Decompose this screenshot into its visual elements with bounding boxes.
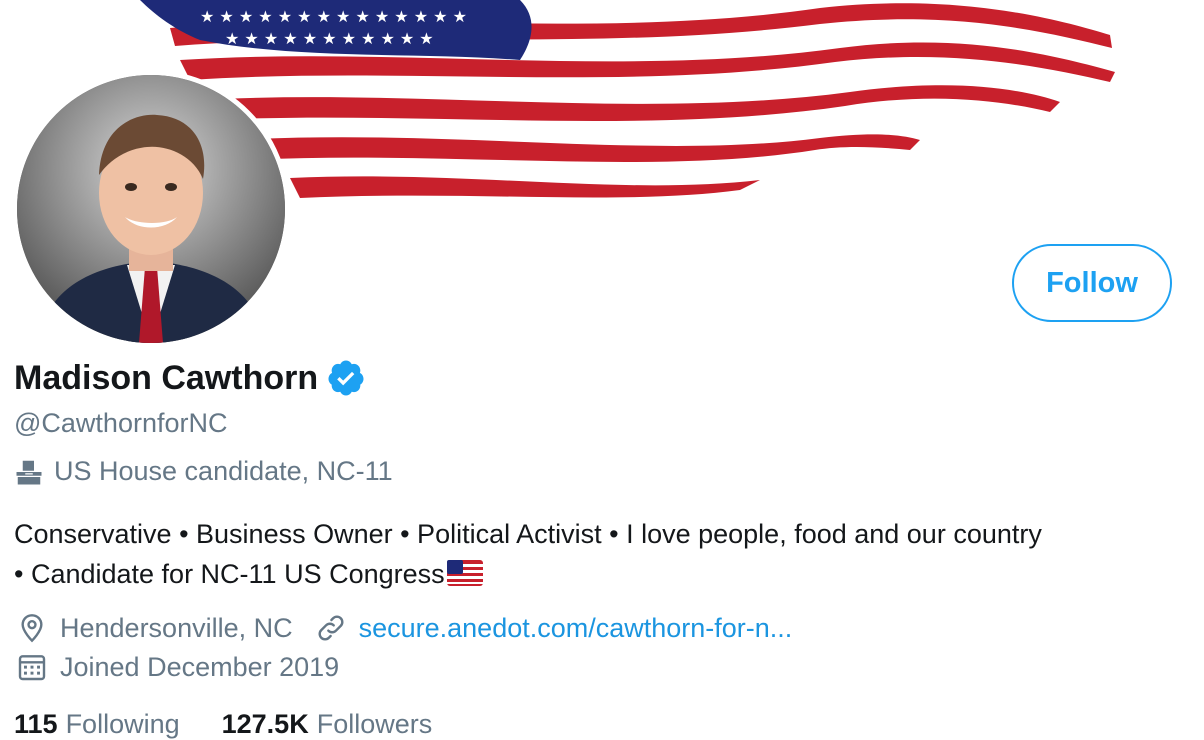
profile-location: Hendersonville, NC xyxy=(60,612,293,643)
following-count: 115 xyxy=(14,709,58,739)
bio-line-1: Conservative • Business Owner • Politica… xyxy=(14,519,1042,549)
svg-text:★ ★ ★ ★ ★ ★ ★ ★ ★ ★ ★: ★ ★ ★ ★ ★ ★ ★ ★ ★ ★ ★ xyxy=(225,29,434,48)
profile-joined-row: Joined December 2019 xyxy=(16,651,339,683)
profile-category: US House candidate, NC-11 xyxy=(14,456,393,487)
profile-bio: Conservative • Business Owner • Politica… xyxy=(14,514,1194,594)
followers-count: 127.5K xyxy=(221,709,309,739)
following-link[interactable]: 115 Following xyxy=(14,709,180,740)
followers-label: Followers xyxy=(316,709,433,739)
bio-line-2: • Candidate for NC-11 US Congress xyxy=(14,554,1194,594)
following-label: Following xyxy=(65,709,180,739)
profile-website-link[interactable]: secure.anedot.com/cawthorn-for-n... xyxy=(359,613,793,644)
ballot-box-icon xyxy=(14,457,44,487)
verified-badge-icon xyxy=(326,358,366,398)
link-icon xyxy=(315,612,347,644)
bio-line-2-text: • Candidate for NC-11 US Congress xyxy=(14,559,445,589)
profile-category-text: US House candidate, NC-11 xyxy=(54,456,393,486)
followers-link[interactable]: 127.5K Followers xyxy=(222,709,433,740)
profile-stats: 115 Following 127.5K Followers xyxy=(14,709,474,740)
follow-button[interactable]: Follow xyxy=(1012,244,1172,322)
profile-name: Madison Cawthorn xyxy=(14,358,319,397)
profile-joined-date: Joined December 2019 xyxy=(60,651,340,682)
profile-name-row: Madison Cawthorn xyxy=(14,358,366,398)
profile-handle: @CawthornforNC xyxy=(14,408,228,438)
calendar-icon xyxy=(16,651,48,683)
us-flag-emoji xyxy=(446,557,483,586)
location-pin-icon xyxy=(16,612,48,644)
profile-meta-row: Hendersonville, NC secure.anedot.com/caw… xyxy=(16,612,792,644)
avatar-photo xyxy=(17,75,285,343)
svg-text:★ ★ ★ ★ ★ ★ ★ ★ ★ ★ ★ ★ ★ ★: ★ ★ ★ ★ ★ ★ ★ ★ ★ ★ ★ ★ ★ ★ xyxy=(200,7,467,26)
profile-avatar[interactable] xyxy=(12,70,290,348)
